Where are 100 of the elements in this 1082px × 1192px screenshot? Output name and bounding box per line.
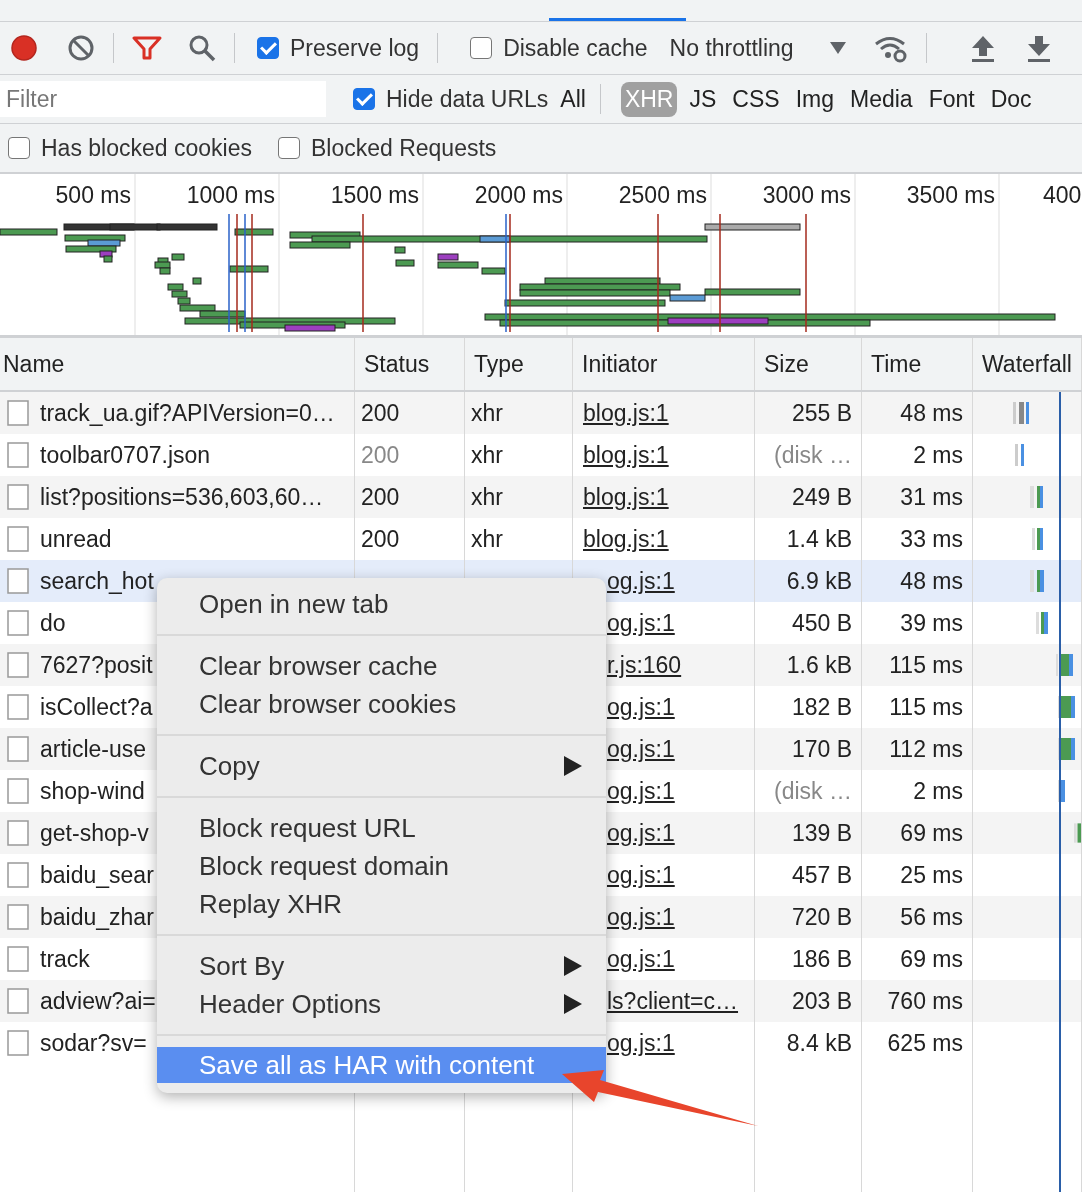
request-name[interactable]: 7627?posit <box>40 651 153 679</box>
initiator-link[interactable]: og.js:1 <box>607 777 675 805</box>
tick-label: 2000 ms <box>474 182 563 209</box>
initiator-link[interactable]: blog.js:1 <box>579 399 669 427</box>
request-name[interactable]: do <box>40 609 66 637</box>
request-name[interactable]: track <box>40 945 90 973</box>
menu-item[interactable]: Clear browser cache <box>157 647 606 685</box>
column-header[interactable]: Name <box>0 338 355 390</box>
tick-label: 400 <box>1043 182 1082 209</box>
type-filter-button[interactable]: Img <box>791 81 838 117</box>
menu-item[interactable]: Sort By <box>157 947 606 985</box>
table-cell: 48 ms <box>900 567 963 595</box>
filter-icon[interactable] <box>132 35 162 61</box>
request-name[interactable]: baidu_zhar <box>40 903 154 931</box>
type-filter-button[interactable]: Font <box>924 81 979 117</box>
menu-item[interactable]: Copy <box>157 747 606 785</box>
column-header[interactable]: Status <box>355 338 465 390</box>
table-cell: 1.6 kB <box>786 651 852 679</box>
request-name[interactable]: unread <box>40 525 112 553</box>
upload-icon[interactable] <box>970 34 995 62</box>
option-checkbox[interactable] <box>8 137 30 159</box>
waterfall-bar-drawing <box>1032 528 1043 550</box>
table-cell: 2 ms <box>913 777 963 805</box>
request-name[interactable]: search_hot <box>40 567 154 595</box>
table-cell: 2 ms <box>913 441 963 469</box>
request-name[interactable]: list?positions=536,603,60… <box>40 483 324 511</box>
initiator-link[interactable]: r.js:160 <box>607 651 682 679</box>
request-name[interactable]: isCollect?a <box>40 693 153 721</box>
request-name[interactable]: get-shop-v <box>40 819 149 847</box>
option-checkbox[interactable] <box>277 137 300 159</box>
initiator-link[interactable]: og.js:1 <box>607 945 675 973</box>
waterfall-bar-drawing <box>1030 486 1043 508</box>
type-filter-button[interactable]: JS <box>685 81 721 117</box>
table-cell: 182 B <box>791 693 852 721</box>
type-filter-button[interactable]: All <box>556 81 590 117</box>
initiator-link[interactable]: og.js:1 <box>607 819 675 847</box>
throttling-dropdown[interactable]: No throttling <box>669 34 846 62</box>
disable-cache-checkbox[interactable] <box>470 37 493 59</box>
table-cell: xhr <box>471 399 503 427</box>
request-name[interactable]: track_ua.gif?APIVersion=0… <box>40 399 335 427</box>
initiator-link[interactable]: og.js:1 <box>607 1029 675 1057</box>
initiator-link[interactable]: og.js:1 <box>607 903 675 931</box>
initiator-link[interactable]: ls?client=c… <box>607 987 739 1015</box>
initiator-link[interactable]: og.js:1 <box>607 567 675 595</box>
document-icon <box>7 526 29 552</box>
table-cell: 200 <box>361 441 400 469</box>
table-cell: xhr <box>471 483 503 511</box>
column-header[interactable]: Time <box>862 338 973 390</box>
waterfall-bar-drawing <box>1015 444 1024 466</box>
table-cell: 115 ms <box>889 651 963 679</box>
table-cell: 112 ms <box>889 735 963 763</box>
request-name[interactable]: sodar?sv= <box>40 1029 147 1057</box>
table-cell: xhr <box>471 525 503 553</box>
table-cell: 6.9 kB <box>786 567 852 595</box>
preserve-log-checkbox[interactable] <box>257 37 279 59</box>
menu-item[interactable]: Clear browser cookies <box>157 685 606 723</box>
initiator-link[interactable]: og.js:1 <box>607 861 675 889</box>
menu-item[interactable]: Open in new tab <box>157 585 606 623</box>
hide-data-urls-checkbox[interactable] <box>353 88 375 110</box>
initiator-link[interactable]: og.js:1 <box>607 609 675 637</box>
request-name[interactable]: baidu_sear <box>40 861 154 889</box>
document-icon <box>7 442 29 468</box>
table-cell: 139 B <box>791 819 852 847</box>
menu-item[interactable]: Header Options <box>157 985 606 1023</box>
menu-item[interactable]: Block request URL <box>157 809 606 847</box>
search-icon[interactable] <box>188 34 216 62</box>
record-icon[interactable] <box>9 33 39 63</box>
type-filter-button[interactable]: Media <box>845 81 917 117</box>
type-filter-button[interactable]: CSS <box>728 81 784 117</box>
column-header[interactable]: Waterfall <box>973 338 1082 390</box>
request-name[interactable]: shop-wind <box>40 777 145 805</box>
table-cell: 115 ms <box>889 693 963 721</box>
initiator-link[interactable]: blog.js:1 <box>579 483 669 511</box>
table-cell: 760 ms <box>887 987 963 1015</box>
table-cell: (disk … <box>774 777 852 805</box>
table-cell: 255 B <box>791 399 852 427</box>
menu-item[interactable]: Replay XHR <box>157 885 606 923</box>
waterfall-bar-drawing <box>1013 402 1029 424</box>
filter-field[interactable]: Filter <box>0 81 326 117</box>
download-icon[interactable] <box>1026 34 1051 62</box>
waterfall-bar-drawing <box>1058 696 1075 718</box>
type-filter-button[interactable]: Doc <box>986 81 1036 117</box>
clear-icon[interactable] <box>67 34 95 62</box>
initiator-link[interactable]: og.js:1 <box>607 735 675 763</box>
table-cell: 39 ms <box>900 609 963 637</box>
initiator-link[interactable]: og.js:1 <box>607 693 675 721</box>
menu-item[interactable]: Block request domain <box>157 847 606 885</box>
column-header[interactable]: Size <box>755 338 862 390</box>
column-header[interactable]: Type <box>465 338 573 390</box>
column-header[interactable]: Initiator <box>573 338 755 390</box>
table-cell: 69 ms <box>900 819 963 847</box>
submenu-arrow-icon <box>564 994 582 1014</box>
request-name[interactable]: article-use <box>40 735 147 763</box>
request-name[interactable]: adview?ai= <box>40 987 156 1015</box>
initiator-link[interactable]: blog.js:1 <box>579 525 669 553</box>
table-cell: 720 B <box>791 903 852 931</box>
table-cell: 186 B <box>791 945 852 973</box>
initiator-link[interactable]: blog.js:1 <box>579 441 669 469</box>
request-name[interactable]: toolbar0707.json <box>40 441 211 469</box>
document-icon <box>7 652 29 678</box>
